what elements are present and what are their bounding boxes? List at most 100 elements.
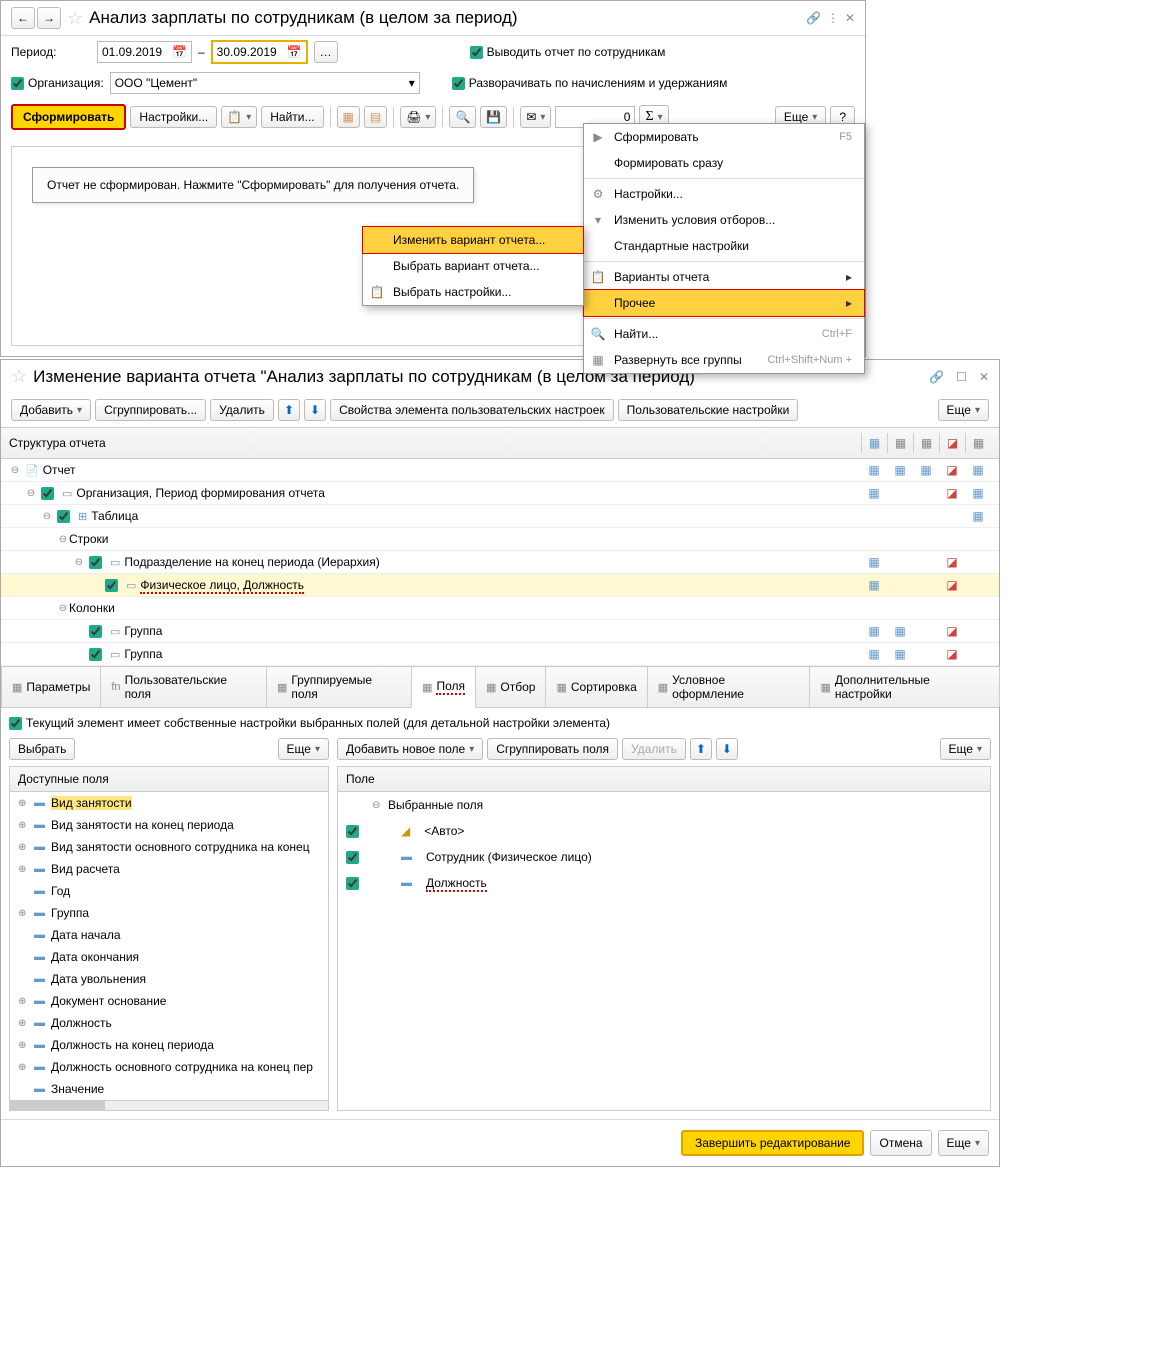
menu-expand-all[interactable]: ▦ Развернуть все группы Ctrl+Shift+Num + — [584, 347, 864, 373]
row-checkbox[interactable] — [89, 556, 102, 569]
settings-button[interactable]: Настройки... — [130, 106, 217, 128]
group-button[interactable]: Сгруппировать... — [95, 399, 206, 421]
tree-row-rows[interactable]: ⊖ Строки — [1, 528, 999, 551]
more-right-button[interactable]: Еще — [940, 738, 991, 760]
col-icon[interactable]: ▦ — [887, 433, 913, 453]
opt-by-employees-checkbox[interactable] — [470, 46, 483, 59]
expand-icon[interactable]: ⊕ — [18, 842, 28, 853]
move-down-button[interactable]: ⬇ — [716, 738, 738, 760]
available-field-row[interactable]: ▬Год — [10, 880, 328, 902]
collapse-all-button[interactable]: ▤ — [364, 106, 387, 128]
preview-button[interactable]: 🔍 — [449, 106, 476, 128]
add-field-button[interactable]: Добавить новое поле — [337, 738, 483, 760]
expand-icon[interactable]: ⊕ — [18, 996, 28, 1007]
tab-conditional[interactable]: ▦Условное оформление — [647, 666, 811, 707]
available-field-row[interactable]: ⊕▬Должность основного сотрудника на коне… — [10, 1056, 328, 1078]
tree-row-person[interactable]: ▭ Физическое лицо, Должность ▦◪ — [1, 574, 999, 597]
available-field-row[interactable]: ⊕▬Документ основание — [10, 990, 328, 1012]
tab-additional[interactable]: ▦Дополнительные настройки — [809, 666, 1000, 707]
expand-all-button[interactable]: ▦ — [337, 106, 360, 128]
find-button[interactable]: Найти... — [261, 106, 323, 128]
period-picker-button[interactable]: … — [314, 41, 338, 63]
calendar-icon[interactable]: 📅 — [168, 45, 191, 59]
selected-field-row[interactable]: ▬Должность — [338, 870, 990, 896]
finish-editing-button[interactable]: Завершить редактирование — [681, 1130, 865, 1156]
collapse-icon[interactable]: ⊖ — [41, 511, 53, 522]
expand-icon[interactable]: ⊕ — [18, 1062, 28, 1073]
collapse-icon[interactable]: ⊖ — [73, 557, 85, 568]
available-field-row[interactable]: ▬Дата окончания — [10, 946, 328, 968]
cancel-button[interactable]: Отмена — [870, 1130, 931, 1156]
maximize-button[interactable]: ☐ — [956, 370, 967, 384]
row-checkbox[interactable] — [57, 510, 70, 523]
group-fields-button[interactable]: Сгруппировать поля — [487, 738, 618, 760]
move-up-button[interactable]: ⬆ — [278, 399, 300, 421]
org-enable[interactable]: Организация: — [11, 76, 104, 90]
row-checkbox[interactable] — [89, 625, 102, 638]
col-icon[interactable]: ▦ — [861, 433, 887, 453]
delete-button[interactable]: Удалить — [210, 399, 274, 421]
collapse-icon[interactable]: ⊖ — [372, 800, 382, 811]
collapse-icon[interactable]: ⊖ — [25, 488, 37, 499]
selected-field-row[interactable]: ▬Сотрудник (Физическое лицо) — [338, 844, 990, 870]
tree-row-org[interactable]: ⊖ ▭ Организация, Период формирования отч… — [1, 482, 999, 505]
favorite-star-icon[interactable]: ☆ — [67, 8, 83, 29]
expand-icon[interactable]: ⊕ — [18, 864, 28, 875]
own-settings-checkbox-row[interactable]: Текущий элемент имеет собственные настро… — [9, 716, 991, 730]
select-button[interactable]: Выбрать — [9, 738, 75, 760]
date-from-input[interactable] — [98, 42, 168, 62]
form-report-button[interactable]: Сформировать — [11, 104, 126, 130]
selected-field-row[interactable]: ◢<Авто> — [338, 818, 990, 844]
org-checkbox[interactable] — [11, 77, 24, 90]
available-field-row[interactable]: ⊕▬Вид расчета — [10, 858, 328, 880]
menu-form[interactable]: ▶ Сформировать F5 — [584, 124, 864, 150]
save-button[interactable]: 💾 — [480, 106, 507, 128]
submenu-select-variant[interactable]: Выбрать вариант отчета... — [363, 253, 583, 279]
available-field-row[interactable]: ⊕▬Группа — [10, 902, 328, 924]
expand-icon[interactable]: ⊕ — [18, 1018, 28, 1029]
menu-settings[interactable]: ⚙ Настройки... — [584, 181, 864, 207]
menu-variants[interactable]: 📋 Варианты отчета ▸ — [584, 264, 864, 290]
opt-expand-accruals[interactable]: Разворачивать по начислениям и удержания… — [452, 76, 728, 90]
variant-dropdown-button[interactable]: 📋 — [221, 106, 257, 128]
tree-row-group2[interactable]: ▭ Группа ▦▦◪ — [1, 643, 999, 666]
more-left-button[interactable]: Еще — [278, 738, 329, 760]
row-checkbox[interactable] — [41, 487, 54, 500]
available-field-row[interactable]: ▬Дата увольнения — [10, 968, 328, 990]
expand-icon[interactable]: ⊕ — [18, 1040, 28, 1051]
delete-field-button[interactable]: Удалить — [622, 738, 686, 760]
tree-row-report[interactable]: ⊖ 📄 Отчет ▦▦▦◪▦ — [1, 459, 999, 482]
col-icon[interactable]: ◪ — [939, 433, 965, 453]
opt-expand-checkbox[interactable] — [452, 77, 465, 90]
tab-parameters[interactable]: ▦Параметры — [1, 666, 101, 707]
available-field-row[interactable]: ▬Дата начала — [10, 924, 328, 946]
horizontal-scrollbar[interactable] — [10, 1100, 328, 1110]
collapse-icon[interactable]: ⊖ — [57, 534, 69, 545]
available-field-row[interactable]: ⊕▬Вид занятости основного сотрудника на … — [10, 836, 328, 858]
menu-change-filters[interactable]: ▾ Изменить условия отборов... — [584, 207, 864, 233]
date-to-input[interactable] — [213, 42, 283, 62]
menu-std-settings[interactable]: Стандартные настройки — [584, 233, 864, 259]
col-icon[interactable]: ▦ — [965, 433, 991, 453]
available-field-row[interactable]: ▬Значение — [10, 1078, 328, 1100]
more-footer-button[interactable]: Еще — [938, 1130, 989, 1156]
opt-by-employees[interactable]: Выводить отчет по сотрудникам — [470, 45, 666, 59]
favorite-star-icon[interactable]: ☆ — [11, 366, 27, 387]
tree-row-table[interactable]: ⊖ ⊞ Таблица ▦ — [1, 505, 999, 528]
kebab-menu-icon[interactable]: ⋮ — [827, 11, 839, 25]
org-select[interactable]: ООО "Цемент" ▾ — [110, 72, 420, 94]
tree-row-dept[interactable]: ⊖ ▭ Подразделение на конец периода (Иера… — [1, 551, 999, 574]
selected-root-row[interactable]: ⊖ Выбранные поля — [338, 792, 990, 818]
tree-row-group1[interactable]: ▭ Группа ▦▦◪ — [1, 620, 999, 643]
move-up-button[interactable]: ⬆ — [690, 738, 712, 760]
available-field-row[interactable]: ⊕▬Вид занятости — [10, 792, 328, 814]
email-button[interactable]: ✉ — [520, 106, 551, 128]
available-field-row[interactable]: ⊕▬Вид занятости на конец периода — [10, 814, 328, 836]
element-props-button[interactable]: Свойства элемента пользовательских настр… — [330, 399, 614, 421]
link-icon[interactable]: 🔗 — [806, 11, 821, 25]
own-settings-checkbox[interactable] — [9, 717, 22, 730]
print-button[interactable]: 🖨 — [400, 106, 436, 128]
menu-find[interactable]: 🔍 Найти... Ctrl+F — [584, 321, 864, 347]
field-checkbox[interactable] — [346, 877, 359, 890]
menu-other[interactable]: Прочее ▸ Изменить вариант отчета... Выбр… — [583, 289, 865, 317]
